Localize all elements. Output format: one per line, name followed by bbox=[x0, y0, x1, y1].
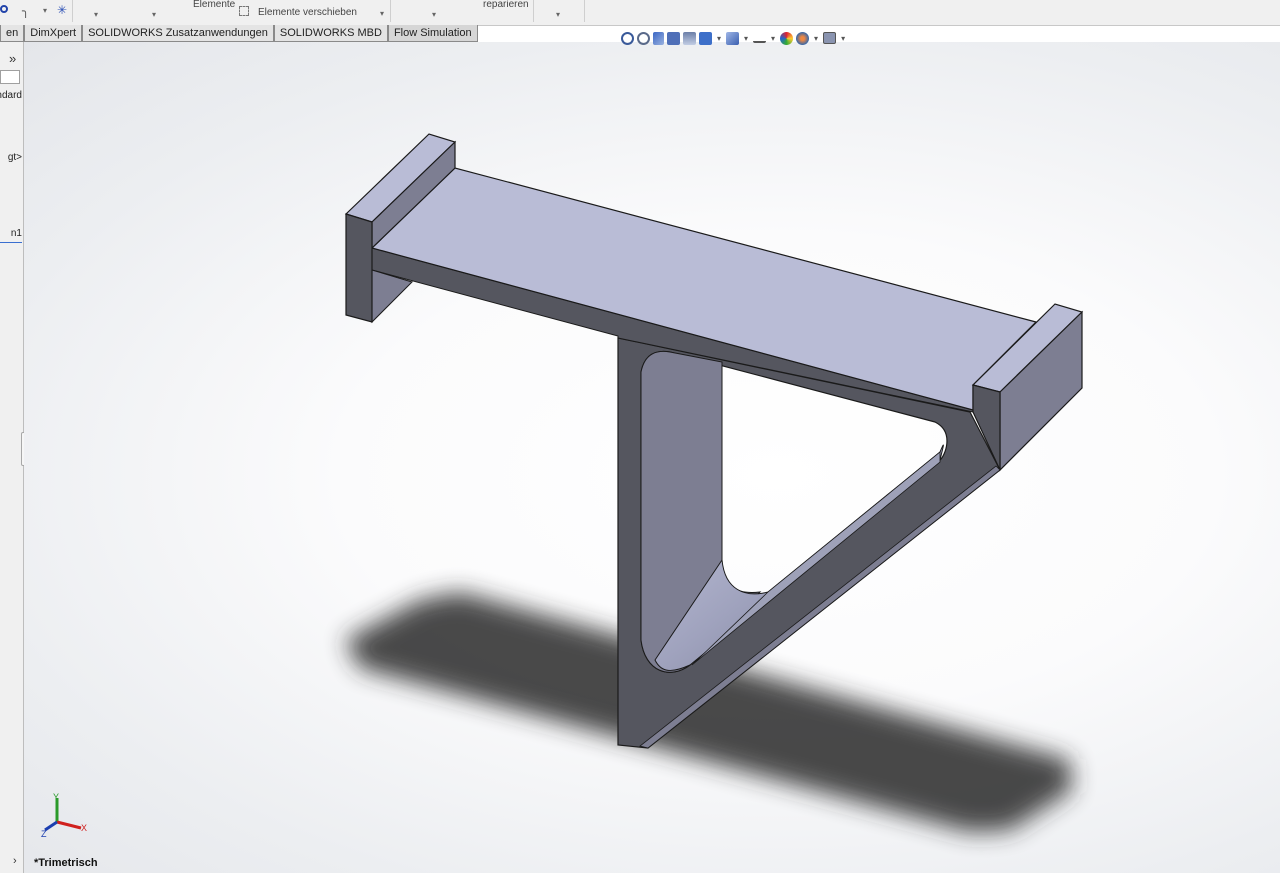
chevron-down-icon[interactable]: ▾ bbox=[744, 34, 748, 43]
dropdown-arrow-icon[interactable]: ▾ bbox=[152, 10, 156, 19]
dropdown-arrow-icon[interactable]: ▾ bbox=[432, 10, 436, 19]
rebuild-icon[interactable] bbox=[0, 5, 8, 13]
fillet-icon[interactable]: ╮ bbox=[22, 4, 29, 18]
chevron-down-icon[interactable]: ▾ bbox=[771, 34, 775, 43]
tab-solidworks-zusatzanwendungen[interactable]: SOLIDWORKS Zusatzanwendungen bbox=[82, 25, 274, 42]
view-settings-icon[interactable] bbox=[823, 32, 837, 44]
apply-scene-icon[interactable] bbox=[796, 31, 810, 45]
command-manager-ribbon: ╮ ▾ ✳ ▾ ▾ Elemente Elemente verschieben … bbox=[0, 0, 1280, 26]
chevron-down-icon[interactable]: ▾ bbox=[841, 34, 845, 43]
triad-x-axis bbox=[56, 820, 82, 830]
reference-geometry-icon[interactable]: ✳ bbox=[57, 3, 67, 17]
ribbon-separator bbox=[533, 0, 534, 22]
left-lip-front bbox=[345, 213, 373, 323]
elemente-verschieben-button[interactable]: Elemente verschieben bbox=[258, 7, 357, 18]
dropdown-arrow-icon[interactable]: ▾ bbox=[43, 6, 47, 15]
filter-input[interactable] bbox=[0, 70, 20, 84]
triad-y-label: Y bbox=[53, 792, 60, 802]
expand-arrow-icon[interactable]: › bbox=[13, 855, 17, 867]
tree-item-fragment[interactable]: gt> bbox=[8, 152, 22, 163]
ribbon-separator bbox=[390, 0, 391, 22]
move-face-icon[interactable] bbox=[239, 6, 249, 16]
zoom-to-area-icon[interactable] bbox=[637, 31, 650, 45]
tab-partial[interactable]: en bbox=[0, 25, 25, 42]
chevron-down-icon[interactable]: ▾ bbox=[717, 34, 721, 43]
previous-view-icon[interactable] bbox=[653, 31, 664, 45]
dropdown-arrow-icon[interactable]: ▾ bbox=[556, 10, 560, 19]
view-orientation-icon[interactable] bbox=[699, 31, 712, 45]
display-style-icon[interactable] bbox=[726, 31, 740, 45]
tab-dimxpert[interactable]: DimXpert bbox=[24, 25, 83, 42]
command-manager-tabs: en DimXpert SOLIDWORKS Zusatzanwendungen… bbox=[0, 25, 478, 42]
dropdown-arrow-icon[interactable]: ▾ bbox=[94, 10, 98, 19]
dynamic-annotation-icon[interactable] bbox=[683, 31, 696, 45]
coordinate-triad bbox=[44, 798, 82, 832]
heads-up-view-toolbar: ▾ ▾ ▾ ▾ ▾ bbox=[621, 29, 847, 47]
chevron-down-icon[interactable]: ▾ bbox=[814, 34, 818, 43]
graphics-area[interactable]: Y X Z bbox=[24, 42, 1280, 873]
reparieren-button[interactable]: reparieren bbox=[483, 0, 529, 10]
tab-solidworks-mbd[interactable]: SOLIDWORKS MBD bbox=[273, 25, 388, 42]
dropdown-arrow-icon[interactable]: ▾ bbox=[380, 9, 384, 18]
triad-x-label: X bbox=[81, 823, 88, 833]
section-view-icon[interactable] bbox=[667, 31, 680, 45]
tree-item-selection-line bbox=[0, 242, 22, 243]
ribbon-separator bbox=[72, 0, 73, 22]
ribbon-separator bbox=[584, 0, 585, 22]
hole-diagonal-wall bbox=[691, 451, 941, 666]
triad-z-label: Z bbox=[41, 829, 47, 839]
ribbon-elemente-label[interactable]: Elemente bbox=[193, 0, 235, 10]
model-view[interactable] bbox=[24, 42, 1280, 873]
tab-flow-simulation[interactable]: Flow Simulation bbox=[387, 25, 478, 42]
tree-item-fragment[interactable]: ndard bbox=[0, 90, 22, 101]
zoom-to-fit-icon[interactable] bbox=[621, 31, 634, 45]
edit-appearance-icon[interactable] bbox=[780, 31, 794, 45]
tree-item-fragment[interactable]: n1 bbox=[11, 228, 22, 239]
hide-show-items-icon[interactable] bbox=[753, 33, 767, 43]
expand-panel-button[interactable]: » bbox=[9, 51, 16, 66]
view-orientation-label: *Trimetrisch bbox=[34, 857, 98, 869]
